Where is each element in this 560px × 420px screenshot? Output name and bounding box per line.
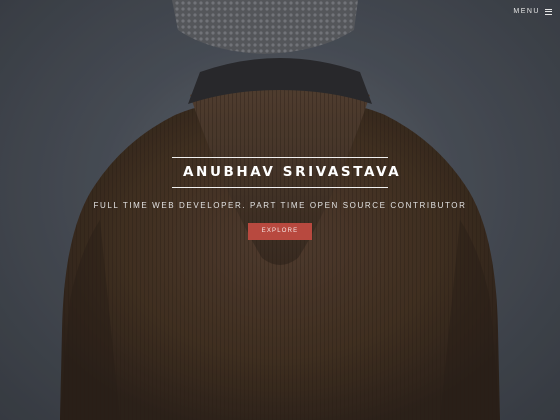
menu-label: MENU [513, 8, 540, 15]
menu-toggle-button[interactable]: MENU [513, 7, 552, 16]
title-frame: ANUBHAV SRIVASTAVA [172, 157, 402, 188]
hero-content: ANUBHAV SRIVASTAVA FULL TIME WEB DEVELOP… [0, 157, 560, 240]
hamburger-icon [545, 7, 552, 16]
hero-section: MENU ANUBHAV SRIVASTAVA FULL TIME WEB DE… [0, 0, 560, 420]
explore-button[interactable]: EXPLORE [248, 223, 312, 240]
tagline: FULL TIME WEB DEVELOPER. PART TIME OPEN … [93, 201, 467, 210]
site-title: ANUBHAV SRIVASTAVA [183, 164, 402, 180]
